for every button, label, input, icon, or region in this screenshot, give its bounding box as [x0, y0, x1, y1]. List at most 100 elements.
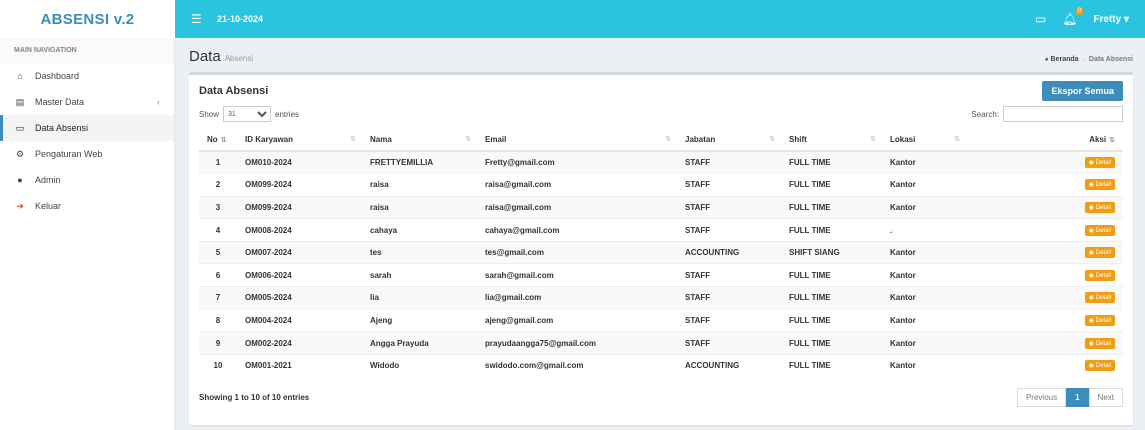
database-icon: ▤ — [15, 96, 25, 107]
cell-email: sarah@gmail.com — [477, 263, 677, 287]
col-jabatan[interactable]: Jabatan ⇅ — [677, 128, 781, 152]
dashboard-icon: ◕ — [1044, 56, 1049, 63]
pagination: Previous 1 Next — [1016, 387, 1123, 407]
cell-lokasi: Kantor — [882, 331, 966, 355]
detail-button[interactable]: ◉ Detail — [1084, 157, 1115, 169]
next-page-button[interactable]: Next — [1088, 387, 1123, 407]
detail-button[interactable]: ◉ Detail — [1084, 224, 1115, 236]
detail-button[interactable]: ◉ Detail — [1084, 314, 1115, 326]
show-label: Show — [199, 109, 220, 119]
col-id[interactable]: ID Karyawan ⇅ — [237, 128, 362, 152]
cell-shift: FULL TIME — [781, 331, 882, 355]
sidebar-item-keluar[interactable]: ➜ Keluar — [0, 193, 174, 219]
cell-shift: FULL TIME — [781, 308, 882, 332]
cell-email: prayudaangga75@gmail.com — [477, 331, 677, 355]
prev-page-button[interactable]: Previous — [1016, 387, 1067, 407]
cell-jabatan: STAFF — [677, 263, 781, 287]
eye-icon: ◉ — [1088, 204, 1096, 211]
sidebar-item-master-data[interactable]: ▤ Master Data ‹ — [0, 89, 174, 115]
col-jabatan-label: Jabatan — [685, 134, 716, 144]
cell-shift: SHIFT SIANG — [781, 240, 882, 264]
sidebar-item-admin[interactable]: ● Admin — [0, 167, 174, 193]
cell-aksi: ◉ Detail — [966, 263, 1123, 287]
app-logo[interactable]: ABSENSI v.2 — [0, 0, 175, 38]
cell-email: raisa@gmail.com — [477, 173, 677, 197]
cell-aksi: ◉ Detail — [966, 286, 1123, 310]
monitor-icon[interactable]: ▭ — [1035, 12, 1046, 26]
sidebar-item-pengaturan-web[interactable]: ⚙ Pengaturan Web — [0, 141, 174, 167]
detail-label: Detail — [1095, 160, 1111, 167]
sidebar-item-dashboard[interactable]: ⌂ Dashboard — [0, 63, 174, 89]
sidebar-item-data-absensi[interactable]: ▭ Data Absensi — [0, 115, 174, 141]
sort-icon: ⇅ — [1109, 136, 1115, 144]
cell-no: 4 — [199, 218, 237, 242]
cell-jabatan: STAFF — [677, 331, 781, 355]
col-no[interactable]: No ⇅ — [199, 128, 237, 152]
cell-nama: lia — [362, 286, 477, 310]
cell-jabatan: STAFF — [677, 150, 781, 174]
col-nama[interactable]: Nama ⇅ — [362, 128, 477, 152]
detail-label: Detail — [1095, 340, 1111, 347]
cell-lokasi: Kantor — [882, 173, 966, 197]
eye-icon: ◉ — [1088, 317, 1096, 324]
cell-no: 5 — [199, 240, 237, 264]
content-header: Data Absensi ◕ Beranda › Data Absensi — [189, 38, 1133, 72]
notification-badge: 0 — [1076, 7, 1084, 15]
table-icon: ▭ — [15, 122, 25, 133]
user-menu[interactable]: Fretty ▾ — [1093, 14, 1129, 25]
table-header-row: No ⇅ ID Karyawan ⇅ Nama ⇅ Email ⇅ Jabatan ⇅ S… — [199, 128, 1123, 152]
detail-button[interactable]: ◉ Detail — [1084, 179, 1115, 191]
table-row: 6 OM006-2024 sarah sarah@gmail.com STAFF FULL… — [199, 263, 1123, 287]
cell-jabatan: STAFF — [677, 218, 781, 242]
detail-button[interactable]: ◉ Detail — [1084, 201, 1115, 213]
export-all-button[interactable]: Ekspor Semua — [1042, 81, 1123, 101]
cell-nama: Angga Prayuda — [362, 331, 477, 355]
bell-icon[interactable]: 🔔︎ 0 — [1062, 7, 1084, 26]
detail-label: Detail — [1095, 250, 1111, 257]
cell-id: OM099-2024 — [237, 173, 362, 197]
sidebar-item-label: Dashboard — [35, 71, 80, 81]
sidebar-item-label: Keluar — [35, 201, 62, 211]
cogs-icon: ⚙ — [15, 148, 25, 159]
col-email[interactable]: Email ⇅ — [477, 128, 677, 152]
col-aksi[interactable]: Aksi ⇅ — [966, 128, 1123, 152]
cell-nama: raisa — [362, 173, 477, 197]
sort-icon: ⇅ — [870, 135, 876, 143]
attendance-table: No ⇅ ID Karyawan ⇅ Nama ⇅ Email ⇅ Jabatan ⇅ S… — [199, 128, 1123, 377]
cell-id: OM001-2021 — [237, 353, 362, 377]
cell-nama: cahaya — [362, 218, 477, 242]
breadcrumb-current: Data Absensi — [1088, 56, 1133, 63]
detail-button[interactable]: ◉ Detail — [1084, 292, 1115, 304]
search-input[interactable] — [1003, 106, 1123, 122]
table-row: 1 OM010-2024 FRETTYEMILLIA Fretty@gmail.com… — [199, 150, 1123, 174]
cell-lokasi: Kantor — [882, 263, 966, 287]
page-title: Data — [189, 48, 221, 65]
menu-toggle-icon[interactable]: ☰ — [191, 12, 205, 26]
col-shift[interactable]: Shift ⇅ — [781, 128, 882, 152]
detail-button[interactable]: ◉ Detail — [1084, 269, 1115, 281]
cell-aksi: ◉ Detail — [966, 331, 1123, 355]
current-date: 21-10-2024 — [217, 14, 264, 24]
cell-no: 10 — [199, 353, 237, 377]
detail-button[interactable]: ◉ Detail — [1084, 247, 1115, 259]
cell-email: Fretty@gmail.com — [477, 150, 677, 174]
cell-jabatan: STAFF — [677, 308, 781, 332]
detail-button[interactable]: ◉ Detail — [1084, 360, 1115, 372]
table-row: 7 OM005-2024 lia lia@gmail.com STAFF FULL TIM… — [199, 286, 1123, 310]
cell-no: 3 — [199, 195, 237, 219]
sort-icon: ⇅ — [954, 135, 960, 143]
cell-id: OM004-2024 — [237, 308, 362, 332]
home-icon: ⌂ — [17, 71, 23, 81]
breadcrumb-home[interactable]: Beranda — [1051, 56, 1079, 63]
detail-button[interactable]: ◉ Detail — [1084, 337, 1115, 349]
col-id-label: ID Karyawan — [245, 134, 294, 144]
cell-shift: FULL TIME — [781, 150, 882, 174]
col-lokasi[interactable]: Lokasi ⇅ — [882, 128, 966, 152]
cell-email: swidodo.com@gmail.com — [477, 353, 677, 377]
eye-icon: ◉ — [1088, 340, 1096, 347]
sort-icon: ⇅ — [350, 135, 356, 143]
page-1-button[interactable]: 1 — [1066, 387, 1089, 407]
user-name: Fretty — [1093, 13, 1122, 25]
data-box: Data Absensi Ekspor Semua Show 31 entrie… — [189, 72, 1133, 425]
page-size-select[interactable]: 31 — [223, 106, 272, 122]
